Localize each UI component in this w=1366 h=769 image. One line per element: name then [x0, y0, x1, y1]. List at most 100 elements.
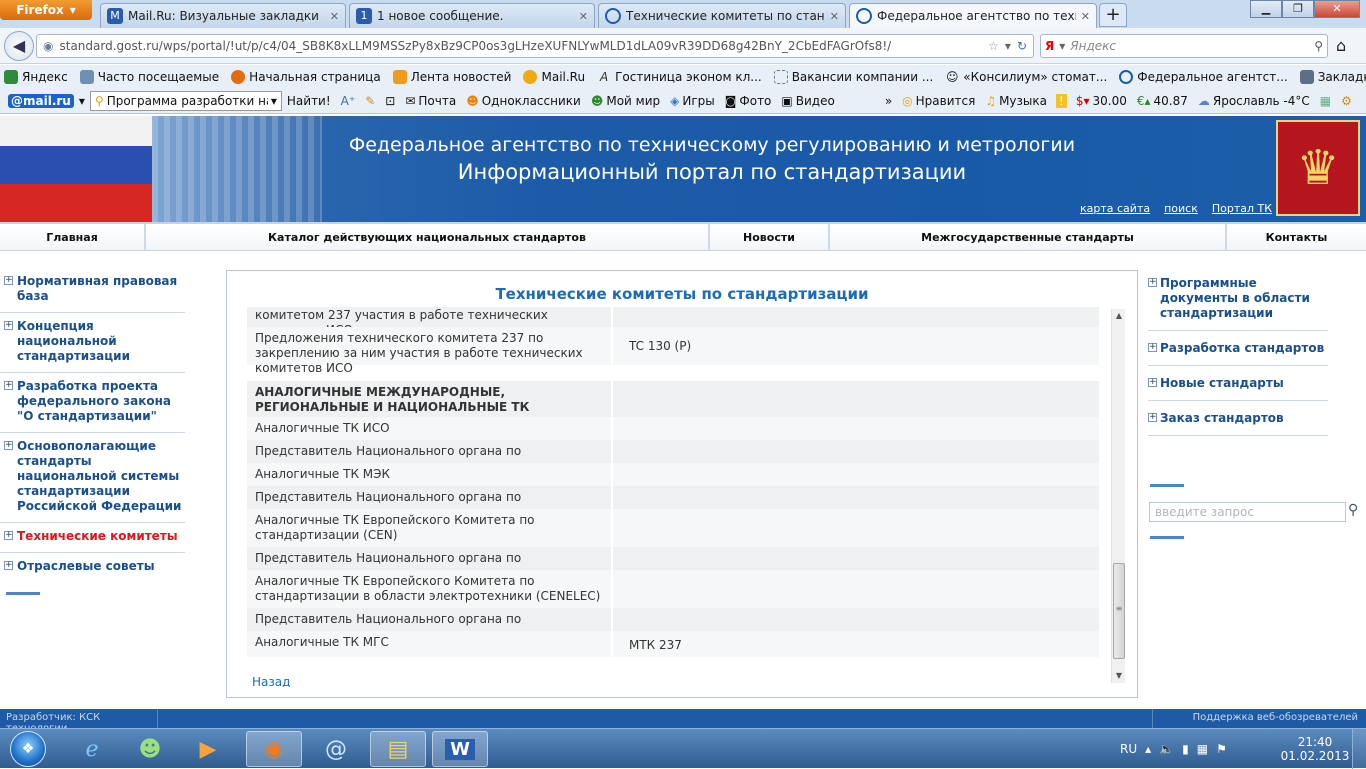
- menu-catalog[interactable]: Каталог действующих национальных стандар…: [146, 224, 710, 250]
- rightnav-program-documents[interactable]: + Программные документы в области стандар…: [1148, 272, 1328, 331]
- search-bar[interactable]: Я ▾ Яндекс ⚲: [1040, 34, 1328, 58]
- close-icon[interactable]: ✕: [330, 10, 339, 23]
- games-link[interactable]: ◈ Игры: [665, 94, 720, 108]
- tab-federal-agency[interactable]: Федеральное агентство по техничес... ✕: [849, 3, 1097, 28]
- expand-icon[interactable]: +: [4, 321, 13, 330]
- firefox-menu-button[interactable]: Firefox ▾: [0, 0, 92, 20]
- font-size-icon[interactable]: A⁺: [336, 94, 361, 108]
- rightnav-order-standards[interactable]: + Заказ стандартов: [1148, 407, 1328, 436]
- search-link[interactable]: поиск: [1164, 202, 1198, 215]
- dropdown-icon[interactable]: ▾: [74, 94, 90, 108]
- home-icon[interactable]: ⌂: [1336, 36, 1346, 55]
- internet-explorer-icon[interactable]: ℯ: [64, 731, 120, 767]
- tab-new-message[interactable]: 1 1 новое сообщение. ✕: [349, 3, 595, 28]
- search-icon[interactable]: ⚲: [1314, 39, 1323, 53]
- dropdown-icon[interactable]: ▾: [1005, 39, 1011, 53]
- expand-icon[interactable]: +: [4, 441, 13, 450]
- messenger-icon[interactable]: ☻: [122, 731, 178, 767]
- expand-icon[interactable]: +: [4, 381, 13, 390]
- my-world-link[interactable]: ☻ Мой мир: [586, 94, 665, 108]
- expand-icon[interactable]: +: [1148, 278, 1157, 287]
- firefox-taskbar-icon[interactable]: ◉: [246, 731, 302, 767]
- back-button[interactable]: ◀: [4, 31, 34, 61]
- bookmarks-menu[interactable]: Закладки: [1296, 70, 1366, 84]
- reload-icon[interactable]: ↻: [1017, 39, 1033, 53]
- site-search-input[interactable]: введите запрос: [1149, 502, 1346, 522]
- zoom-icon[interactable]: ⊡: [380, 94, 400, 108]
- liked-link[interactable]: ◎ Нравится: [897, 94, 980, 108]
- apps-icon[interactable]: ▦: [1315, 94, 1336, 108]
- mailru-logo[interactable]: @mail.ru: [8, 94, 74, 108]
- leftnav-legal-base[interactable]: + Нормативная правовая база: [0, 268, 185, 313]
- bookmark-yandex[interactable]: Яндекс: [0, 70, 76, 84]
- expand-icon[interactable]: +: [1148, 343, 1157, 352]
- eur-rate[interactable]: €▴ 40.87: [1132, 94, 1193, 108]
- explorer-folder-icon[interactable]: ▤: [370, 731, 426, 767]
- find-button[interactable]: Найти!: [282, 94, 336, 108]
- notice-icon[interactable]: !: [1056, 94, 1067, 108]
- expand-icon[interactable]: +: [1148, 378, 1157, 387]
- menu-news[interactable]: Новости: [710, 224, 830, 250]
- tab-tech-committees[interactable]: Технические комитеты по стандарт... ✕: [598, 3, 846, 28]
- bookmark-news-feed[interactable]: Лента новостей: [389, 70, 520, 84]
- mailru-search-select[interactable]: ⚲ Программа разработки на ▾: [89, 91, 282, 111]
- weather-widget[interactable]: ☁ Ярославль -4°C: [1193, 94, 1315, 108]
- mail-agent-icon[interactable]: @: [308, 731, 364, 767]
- tab-mailru-bookmarks[interactable]: M Mail.Ru: Визуальные закладки ✕: [100, 3, 346, 28]
- language-indicator[interactable]: RU: [1120, 742, 1137, 756]
- leftnav-tech-committees[interactable]: + Технические комитеты: [0, 523, 185, 553]
- expand-icon[interactable]: +: [1148, 413, 1157, 422]
- close-window-button[interactable]: ✕: [1314, 0, 1360, 18]
- leftnav-law-draft[interactable]: + Разработка проекта федерального закона …: [0, 373, 185, 433]
- search-input[interactable]: Яндекс: [1070, 39, 1309, 53]
- menu-contacts[interactable]: Контакты: [1227, 224, 1366, 250]
- highlight-icon[interactable]: ✎: [360, 94, 380, 108]
- usd-rate[interactable]: $▾ 30.00: [1071, 94, 1132, 108]
- gear-icon[interactable]: ⚙: [1336, 94, 1357, 108]
- search-icon[interactable]: ⚲: [1348, 502, 1358, 518]
- bookmark-vacancies[interactable]: Вакансии компании ...: [770, 70, 942, 84]
- music-link[interactable]: ♫ Музыка: [980, 94, 1052, 108]
- back-link[interactable]: Назад: [252, 675, 290, 687]
- start-button[interactable]: ❖: [2, 729, 54, 769]
- media-player-icon[interactable]: ▶: [180, 731, 236, 767]
- mail-link[interactable]: ✉ Почта: [400, 94, 461, 108]
- leftnav-concept[interactable]: + Концепция национальной стандартизации: [0, 313, 185, 373]
- scrollbar-thumb[interactable]: ≡: [1113, 563, 1125, 659]
- flag-icon[interactable]: ⚑: [1216, 742, 1227, 756]
- vertical-scrollbar[interactable]: ▲ ≡ ▼: [1111, 309, 1125, 683]
- bookmark-most-visited[interactable]: Часто посещаемые: [76, 70, 227, 84]
- rightnav-standards-development[interactable]: + Разработка стандартов: [1148, 337, 1328, 366]
- star-icon[interactable]: ☆: [988, 39, 999, 53]
- bookmark-hotel[interactable]: A Гостиница эконом кл...: [593, 70, 770, 84]
- expand-icon[interactable]: +: [4, 276, 13, 285]
- bookmark-federal-agency[interactable]: Федеральное агентст...: [1115, 70, 1295, 84]
- leftnav-industry-councils[interactable]: + Отраслевые советы: [0, 553, 185, 582]
- show-desktop-button[interactable]: [1352, 729, 1366, 769]
- bookmark-start-page[interactable]: Начальная страница: [227, 70, 389, 84]
- menu-main[interactable]: Главная: [0, 224, 146, 250]
- leftnav-fundamental-standards[interactable]: + Основополагающие стандарты национальной…: [0, 433, 185, 523]
- battery-icon[interactable]: ▮: [1182, 742, 1189, 756]
- content-scroll-area[interactable]: комитетом 237 участия в работе техническ…: [247, 307, 1099, 687]
- close-icon[interactable]: ✕: [1081, 10, 1090, 23]
- volume-icon[interactable]: 🔈: [1159, 742, 1174, 756]
- network-icon[interactable]: ▦: [1197, 742, 1208, 756]
- sitemap-link[interactable]: карта сайта: [1080, 202, 1150, 215]
- expand-icon[interactable]: +: [4, 531, 13, 540]
- new-tab-button[interactable]: +: [1099, 3, 1127, 27]
- close-icon[interactable]: ✕: [830, 10, 839, 23]
- scroll-up-icon[interactable]: ▲: [1112, 309, 1126, 323]
- browser-support-link[interactable]: Поддержка веб-обозревателей: [1152, 709, 1366, 728]
- rightnav-new-standards[interactable]: + Новые стандарты: [1148, 372, 1328, 401]
- scroll-down-icon[interactable]: ▼: [1112, 669, 1126, 683]
- clock[interactable]: 21:40 01.02.2013: [1280, 735, 1350, 763]
- tray-arrow-icon[interactable]: ▴: [1145, 742, 1151, 756]
- developer-credit[interactable]: Разработчик: КСК технологии: [0, 709, 158, 734]
- url-text[interactable]: standard.gost.ru/wps/portal/!ut/p/c4/04_…: [59, 39, 982, 53]
- minimize-button[interactable]: ▁: [1250, 0, 1282, 18]
- url-bar[interactable]: ◉ standard.gost.ru/wps/portal/!ut/p/c4/0…: [36, 34, 1034, 58]
- menu-interstate-standards[interactable]: Межгосударственные стандарты: [830, 224, 1227, 250]
- bookmark-konsilium[interactable]: ☺ «Консилиум» стомат...: [941, 70, 1115, 84]
- odnoklassniki-link[interactable]: ☻ Одноклассники: [461, 94, 586, 108]
